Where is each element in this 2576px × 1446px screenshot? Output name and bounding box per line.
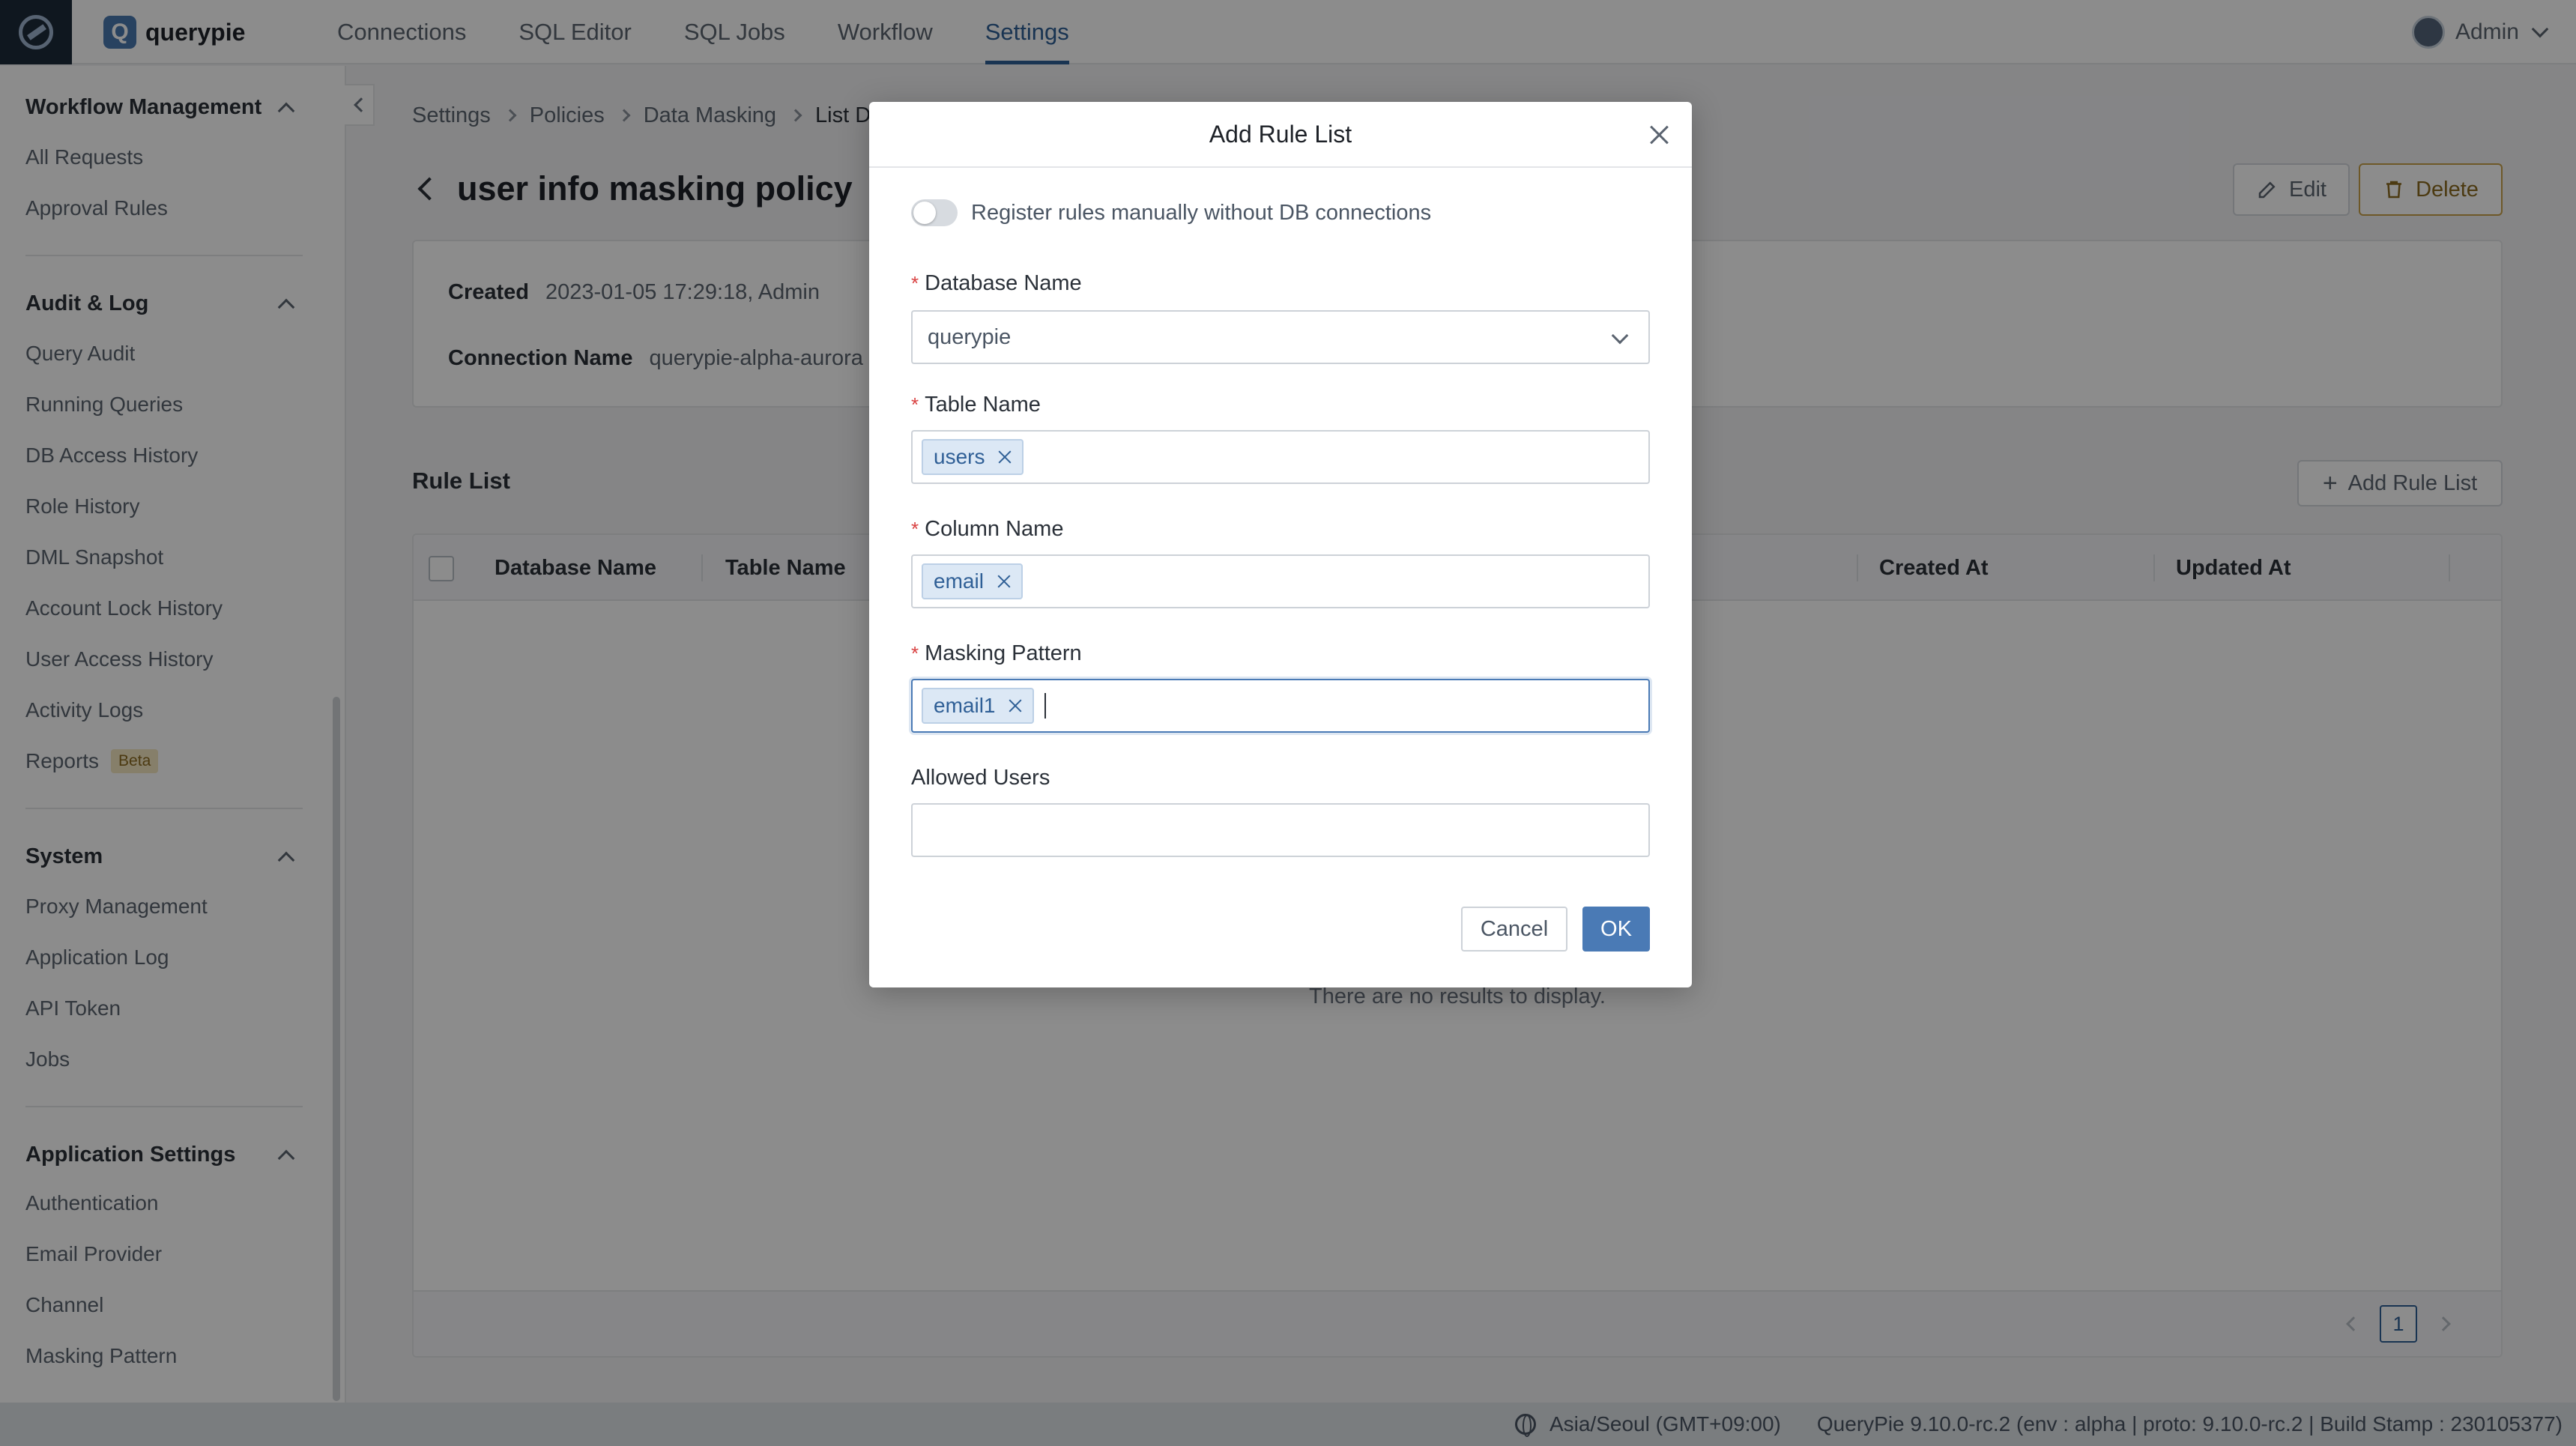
tag-label: users [934,445,985,468]
database-name-value: querypie [928,324,1012,349]
table-name-label: * Table Name [911,393,1041,417]
allowed-users-input[interactable] [911,803,1650,857]
label-text: Masking Pattern [925,641,1082,665]
column-name-label: * Column Name [911,517,1063,542]
text-cursor [1044,693,1047,719]
masking-pattern-label: * Masking Pattern [911,641,1082,666]
masking-pattern-input[interactable]: email1 [911,679,1650,733]
column-name-input[interactable]: email [911,554,1650,608]
required-marker: * [911,642,919,665]
required-marker: * [911,393,919,416]
manual-register-toggle[interactable] [911,199,958,226]
table-tag: users [922,439,1024,475]
database-name-select[interactable]: querypie [911,310,1650,364]
table-name-input[interactable]: users [911,430,1650,484]
required-marker: * [911,518,919,540]
pattern-tag: email1 [922,688,1035,724]
database-name-label: * Database Name [911,271,1082,296]
dialog-title: Add Rule List [1209,120,1352,148]
manual-register-label: Register rules manually without DB conne… [971,200,1432,225]
remove-tag-icon[interactable] [1009,699,1022,713]
dialog-header: Add Rule List [869,102,1692,168]
remove-tag-icon[interactable] [997,575,1011,588]
tag-label: email [934,569,984,593]
required-marker: * [911,272,919,294]
remove-tag-icon[interactable] [998,450,1012,464]
add-rule-list-dialog: Add Rule List Register rules manually wi… [869,102,1692,987]
manual-register-row: Register rules manually without DB conne… [911,199,1431,226]
chevron-down-icon [1611,327,1629,345]
column-tag: email [922,563,1023,599]
tag-label: email1 [934,694,996,717]
allowed-users-label: Allowed Users [911,766,1050,790]
label-text: Table Name [925,393,1041,417]
close-icon[interactable] [1648,124,1669,145]
ok-button[interactable]: OK [1582,907,1650,952]
cancel-button[interactable]: Cancel [1461,907,1567,952]
label-text: Column Name [925,517,1064,541]
label-text: Database Name [925,271,1082,295]
